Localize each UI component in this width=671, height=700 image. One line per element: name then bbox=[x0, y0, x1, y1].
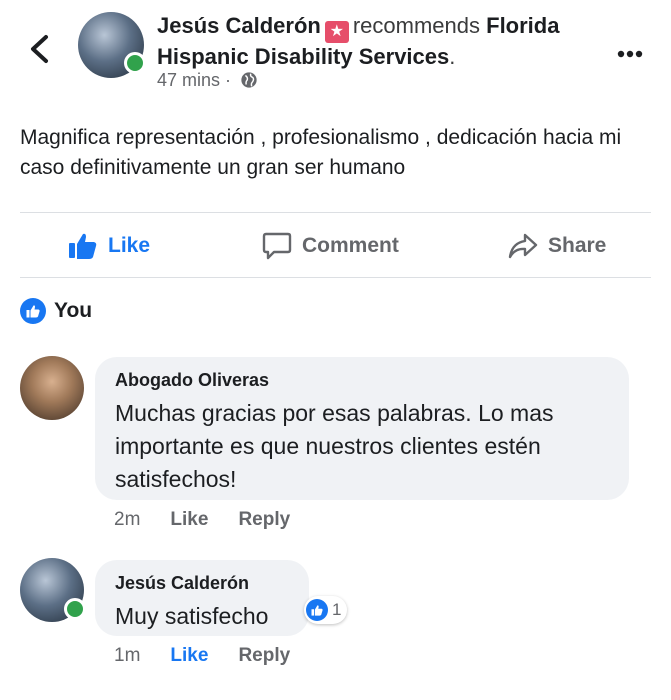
post-meta: 47 mins · bbox=[157, 70, 258, 91]
share-button-label: Share bbox=[548, 234, 607, 257]
globe-icon bbox=[241, 72, 257, 88]
online-status-indicator bbox=[64, 598, 86, 620]
comment-timestamp[interactable]: 1m bbox=[114, 645, 140, 667]
post-header: Jesús Calderón ★ recommends Florida Hispan… bbox=[157, 12, 607, 71]
action-bar-bottom-divider bbox=[20, 277, 651, 278]
commenter-avatar[interactable] bbox=[20, 558, 86, 622]
comment-bubble: Abogado Oliveras Muchas gracias por esas… bbox=[95, 357, 629, 500]
reactions-summary[interactable]: You bbox=[20, 298, 92, 324]
share-button[interactable]: Share bbox=[508, 228, 606, 264]
comment-button[interactable]: Comment bbox=[262, 228, 399, 264]
header-period: . bbox=[449, 44, 456, 69]
comment-actions: 2m Like Reply bbox=[114, 509, 320, 531]
comment-button-label: Comment bbox=[302, 234, 399, 257]
recommendation-icon: ★ bbox=[324, 21, 349, 43]
more-options-button[interactable] bbox=[617, 38, 643, 64]
comment-bubble: Jesús Calderón Muy satisfecho bbox=[95, 560, 309, 636]
like-button[interactable]: Like bbox=[68, 228, 150, 264]
online-status-indicator bbox=[124, 52, 146, 74]
post-body-text: Magnifica representación , profesionalis… bbox=[20, 126, 622, 179]
comment-reply-button[interactable]: Reply bbox=[238, 645, 290, 667]
reactions-summary-text: You bbox=[54, 299, 93, 322]
author-name-link[interactable]: Jesús Calderón bbox=[157, 13, 321, 38]
comment-text: Muchas gracias por esas palabras. Lo mas… bbox=[115, 400, 554, 492]
like-button-label: Like bbox=[108, 234, 151, 257]
reaction-count-value: 1 bbox=[332, 600, 342, 619]
author-avatar[interactable] bbox=[78, 12, 146, 78]
thumbs-up-icon bbox=[69, 233, 97, 259]
comment-author-link[interactable]: Abogado Oliveras bbox=[115, 370, 269, 391]
share-arrow-icon bbox=[508, 233, 538, 259]
back-arrow-icon[interactable] bbox=[26, 34, 54, 64]
meta-separator: · bbox=[225, 70, 232, 90]
like-reaction-icon bbox=[20, 298, 46, 324]
action-bar-top-divider bbox=[20, 212, 651, 213]
comment-like-button[interactable]: Like bbox=[170, 645, 208, 667]
comment-author-link[interactable]: Jesús Calderón bbox=[115, 573, 249, 594]
recommends-text: recommends bbox=[352, 13, 480, 38]
commenter-avatar[interactable] bbox=[20, 356, 84, 420]
comment-bubble-icon bbox=[262, 232, 292, 260]
more-dots-icon bbox=[617, 50, 643, 58]
comment-text: Muy satisfecho bbox=[115, 603, 269, 629]
comment-reply-button[interactable]: Reply bbox=[238, 509, 290, 531]
comment-reaction-count[interactable]: 1 bbox=[304, 596, 348, 624]
comment-like-button[interactable]: Like bbox=[170, 509, 208, 531]
comment-timestamp[interactable]: 2m bbox=[114, 509, 140, 531]
like-reaction-icon bbox=[306, 599, 328, 621]
comment-actions: 1m Like Reply bbox=[114, 645, 320, 667]
post-timestamp[interactable]: 47 mins bbox=[157, 70, 220, 90]
